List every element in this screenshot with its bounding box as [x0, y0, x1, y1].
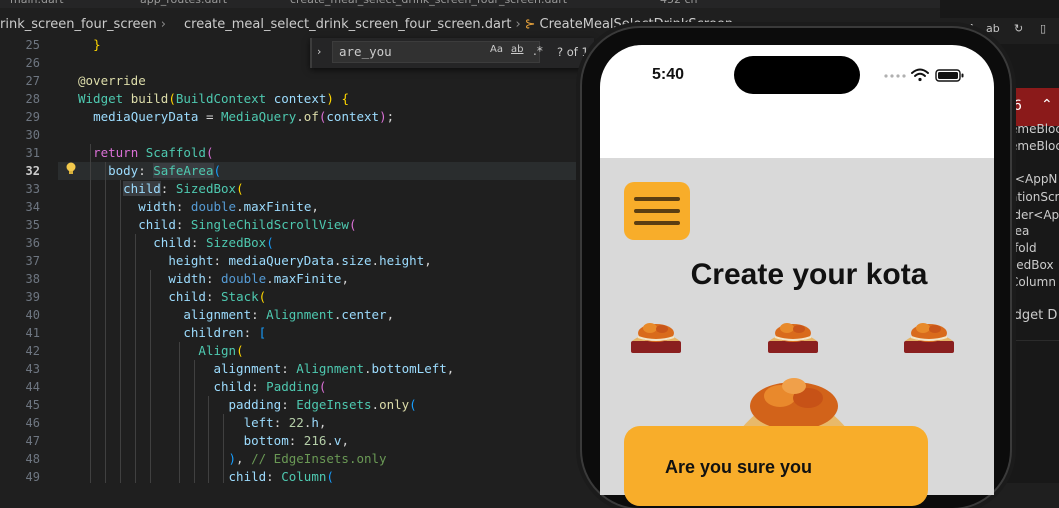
- battery-icon: [935, 69, 964, 82]
- code-line: child: SizedBox(: [123, 181, 244, 196]
- breadcrumb-folder[interactable]: rink_screen_four_screen: [0, 17, 157, 32]
- widget-tree-item[interactable]: ationScr: [1010, 188, 1059, 206]
- line-number: 32: [25, 164, 40, 178]
- line-number: 27: [25, 74, 40, 88]
- dynamic-island: [734, 56, 860, 94]
- minimap-slider[interactable]: [578, 200, 581, 230]
- dart-file-icon: [173, 19, 183, 29]
- code-line: alignment: Alignment.center,: [183, 307, 395, 322]
- problems-count: 6: [1013, 98, 1022, 114]
- code-line: body: SafeArea(: [108, 163, 222, 178]
- editor-tab-bar: main.dart app_routes.dart create_meal_se…: [0, 0, 1059, 8]
- tab-main-dart[interactable]: main.dart: [10, 0, 110, 8]
- line-number: 28: [25, 92, 40, 106]
- menu-bar: [634, 221, 680, 225]
- line-number: 25: [25, 38, 40, 52]
- line-number: 47: [25, 434, 40, 448]
- kota-image[interactable]: [628, 313, 684, 357]
- line-number: 41: [25, 326, 40, 340]
- line-number: 33: [25, 182, 40, 196]
- code-line: child: SingleChildScrollView(: [138, 217, 357, 232]
- code-line: @override: [78, 73, 146, 88]
- code-line: child: SizedBox(: [153, 235, 274, 250]
- line-number: 36: [25, 236, 40, 250]
- kota-image[interactable]: [901, 313, 957, 357]
- cellular-signal-icon: [884, 74, 906, 78]
- match-case-button[interactable]: Aa: [490, 44, 503, 55]
- hamburger-menu-button[interactable]: [624, 182, 690, 240]
- code-editor[interactable]: } @override Widget build(BuildContext co…: [78, 36, 598, 484]
- chevron-right-icon: ›: [160, 16, 166, 32]
- code-line: width: double.maxFinite,: [168, 271, 349, 286]
- line-number: 49: [25, 470, 40, 484]
- line-number: 31: [25, 146, 40, 160]
- line-number: 45: [25, 398, 40, 412]
- line-number: 29: [25, 110, 40, 124]
- line-number-gutter: 25 26 27 28 29 30 31 32 33 34 35 36 37 38 39 40 41 42 43 44…: [0, 36, 58, 484]
- line-number: 39: [25, 290, 40, 304]
- menu-bar: [634, 209, 680, 213]
- status-icons: [884, 68, 964, 82]
- line-number: 38: [25, 272, 40, 286]
- widget-tree-item[interactable]: r<AppN: [1010, 170, 1057, 188]
- code-line: child: Column(: [228, 469, 334, 484]
- widget-tree-item[interactable]: ffold: [1010, 239, 1037, 257]
- widget-tree-item[interactable]: emeBloc: [1010, 137, 1059, 155]
- inspector-toolbar-button[interactable]: ab: [986, 22, 1000, 35]
- line-number: 40: [25, 308, 40, 322]
- code-line: child: Stack(: [168, 289, 267, 304]
- match-whole-word-button[interactable]: ab: [511, 44, 523, 55]
- tab-app-routes[interactable]: app_routes.dart: [140, 0, 260, 8]
- find-widget: › are_you Aa ab .* ? of 1: [310, 38, 594, 68]
- line-number: 43: [25, 362, 40, 376]
- code-line: children: [: [183, 325, 267, 340]
- code-line: width: double.maxFinite,: [138, 199, 319, 214]
- line-number: 42: [25, 344, 40, 358]
- line-number: 35: [25, 218, 40, 232]
- line-number: 37: [25, 254, 40, 268]
- class-symbol-icon: ⊱: [524, 16, 536, 32]
- code-line: Align(: [198, 343, 244, 358]
- line-number: 44: [25, 380, 40, 394]
- code-line: padding: EdgeInsets.only(: [228, 397, 417, 412]
- code-line: }: [93, 37, 101, 52]
- line-number: 34: [25, 200, 40, 214]
- widget-tree-item[interactable]: emeBloc: [1010, 120, 1059, 138]
- find-result-count: ? of 1: [557, 45, 589, 59]
- divider: [1010, 340, 1059, 341]
- breadcrumb-file[interactable]: create_meal_select_drink_screen_four_scr…: [184, 17, 511, 32]
- toggle-replace-chevron-icon[interactable]: ›: [317, 45, 321, 58]
- code-line: bottom: 216.v,: [243, 433, 349, 448]
- line-number: 30: [25, 128, 40, 142]
- widget-details-header[interactable]: idget D: [1010, 308, 1057, 323]
- minimap-slider[interactable]: [578, 405, 581, 425]
- line-number: 46: [25, 416, 40, 430]
- code-line: child: Padding(: [213, 379, 327, 394]
- code-line: height: mediaQueryData.size.height,: [168, 253, 432, 268]
- code-line: left: 22.h,: [243, 415, 327, 430]
- widget-tree-item[interactable]: rea: [1010, 222, 1029, 240]
- code-line: mediaQueryData = MediaQuery.of(context);: [93, 109, 395, 124]
- confirm-card-text: Are you sure you: [665, 457, 813, 477]
- code-line: Widget build(BuildContext context) {: [78, 91, 349, 106]
- kota-image[interactable]: [765, 313, 821, 357]
- tab-create-meal[interactable]: create_meal_select_drink_screen_four_scr…: [290, 0, 570, 8]
- refresh-icon[interactable]: ↻: [1014, 22, 1023, 35]
- code-line: alignment: Alignment.bottomLeft,: [213, 361, 455, 376]
- chevron-up-icon[interactable]: ⌃: [1041, 97, 1053, 113]
- lightbulb-icon[interactable]: [65, 162, 77, 176]
- line-number: 48: [25, 452, 40, 466]
- menu-bar: [634, 197, 680, 201]
- split-view-icon[interactable]: ▯: [1040, 22, 1046, 35]
- page-title: Create your kota: [690, 258, 928, 291]
- wifi-icon: [911, 68, 929, 82]
- chevron-right-icon: ›: [515, 16, 521, 32]
- line-number: 26: [25, 56, 40, 70]
- status-bar-time: 5:40: [652, 66, 685, 83]
- code-line: ), // EdgeInsets.only: [228, 451, 387, 466]
- find-input[interactable]: are_you: [332, 41, 540, 63]
- tab-status: 452 ch: [660, 0, 720, 8]
- use-regex-button[interactable]: .*: [533, 44, 543, 58]
- code-line: return Scaffold(: [93, 145, 214, 160]
